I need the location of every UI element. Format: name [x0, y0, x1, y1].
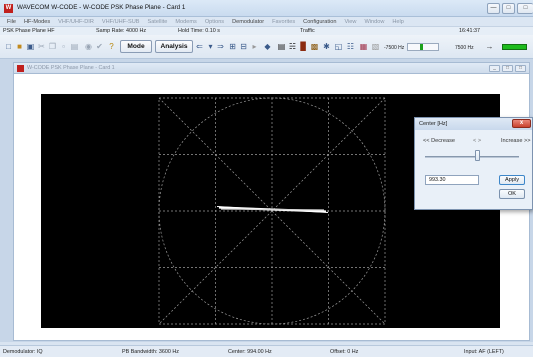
menu-item-options[interactable]: Options: [201, 19, 228, 25]
child-window-icon: [17, 65, 24, 72]
dialog-titlebar[interactable]: Center [Hz] x: [415, 118, 532, 130]
menu-item-vhf-uhf-dir[interactable]: VHF/UHF-DIR: [54, 19, 98, 25]
mode-button[interactable]: Mode: [120, 40, 152, 53]
analysis-button[interactable]: Analysis: [155, 40, 193, 53]
menu-item-help[interactable]: Help: [388, 19, 408, 25]
new-file-icon[interactable]: □: [4, 42, 13, 51]
child-maximize-button[interactable]: □: [502, 65, 513, 72]
bars-icon[interactable]: ▉: [299, 42, 308, 51]
apply-button[interactable]: Apply: [499, 175, 525, 185]
settings-grid-icon[interactable]: ▧: [371, 42, 380, 51]
network-icon[interactable]: ◱: [334, 42, 343, 51]
paste-icon[interactable]: ▫: [59, 42, 68, 51]
dialog-title: Center [Hz]: [419, 121, 448, 127]
menu-item-view[interactable]: View: [340, 19, 360, 25]
waterfall-icon[interactable]: ☵: [288, 42, 297, 51]
menu-item-favorites[interactable]: Favorites: [268, 19, 299, 25]
increase-label[interactable]: Increase >>: [501, 138, 531, 144]
freq-high-label: 7500 Hz: [455, 45, 474, 51]
maximize-button[interactable]: □: [502, 3, 515, 14]
clock-readout: 16:41:37: [459, 28, 480, 34]
signal-icon[interactable]: ✱: [322, 42, 331, 51]
status-demodulator: Demodulator: IQ: [3, 349, 43, 355]
info-strip: PSK Phase Plane HF Samp Rate: 4000 Hz Ho…: [0, 26, 533, 35]
monitor-icon[interactable]: ▤: [277, 42, 286, 51]
app-logo-icon: W: [4, 4, 13, 13]
toolbar: □ ■ ▣ ✂ ❐ ▫ ▤ ◉ ✔ ? Mode Analysis ⇐ ▾ ⇒ …: [0, 35, 533, 59]
save-icon[interactable]: ▣: [26, 42, 35, 51]
menu-item-file[interactable]: File: [3, 19, 20, 25]
window-title: WAVECOM W-CODE - W-CODE PSK Phase Plane …: [17, 4, 186, 11]
status-bandwidth: PB Bandwidth: 3600 Hz: [122, 349, 179, 355]
menu-bar: File HF-Modes VHF/UHF-DIR VHF/UHF-SUB Satell…: [0, 17, 533, 26]
dialog-close-button[interactable]: x: [512, 119, 531, 128]
dropdown-icon[interactable]: ▾: [206, 42, 215, 51]
channels-icon[interactable]: ☷: [346, 42, 355, 51]
minimize-button[interactable]: —: [487, 3, 500, 14]
open-folder-icon[interactable]: ■: [15, 42, 24, 51]
menu-item-demodulator[interactable]: Demodulator: [228, 19, 268, 25]
filter-icon[interactable]: ⊞: [228, 42, 237, 51]
print-icon[interactable]: ▤: [70, 42, 79, 51]
status-offset: Offset: 0 Hz: [330, 349, 359, 355]
decrease-label[interactable]: << Decrease: [423, 138, 455, 144]
center-frequency-dialog: Center [Hz] x << Decrease < > Increase >…: [414, 117, 533, 210]
frequency-marker: [420, 44, 423, 50]
sample-rate-readout: Samp Rate: 4000 Hz: [96, 28, 147, 34]
status-center: Center: 994.00 Hz: [228, 349, 272, 355]
spectrum-icon[interactable]: ⊟: [239, 42, 248, 51]
center-slider-thumb[interactable]: [474, 150, 480, 161]
tuning-icon[interactable]: ◆: [263, 42, 272, 51]
menu-item-hf-modes[interactable]: HF-Modes: [20, 19, 54, 25]
arrow-left-icon[interactable]: ⇐: [195, 42, 204, 51]
arrow-right-icon[interactable]: ⇒: [216, 42, 225, 51]
child-window-title: W-CODE PSK Phase Plane - Card 1: [27, 65, 115, 71]
status-input: Input: AF (LEFT): [464, 349, 504, 355]
child-window-titlebar[interactable]: W-CODE PSK Phase Plane - Card 1 _ □ □: [13, 62, 530, 74]
center-value-input[interactable]: [425, 175, 479, 185]
play-icon[interactable]: ▸: [250, 42, 259, 51]
step-arrows[interactable]: < >: [473, 138, 481, 144]
menu-item-window[interactable]: Window: [360, 19, 388, 25]
mode-readout: PSK Phase Plane HF: [3, 28, 55, 34]
menu-item-configuration[interactable]: Configuration: [299, 19, 340, 25]
level-meter: [502, 44, 527, 50]
cut-icon[interactable]: ✂: [37, 42, 46, 51]
ok-button[interactable]: OK: [499, 189, 525, 199]
freq-low-label: -7500 Hz: [384, 45, 405, 51]
pin-icon[interactable]: ✔: [95, 42, 104, 51]
child-close-button[interactable]: □: [515, 65, 526, 72]
window-titlebar[interactable]: W WAVECOM W-CODE - W-CODE PSK Phase Plan…: [0, 0, 533, 17]
status-bar: Demodulator: IQ PB Bandwidth: 3600 Hz Ce…: [0, 345, 533, 357]
binoculars-icon[interactable]: ◉: [84, 42, 93, 51]
color-map-icon[interactable]: ▩: [310, 42, 319, 51]
help-icon[interactable]: ?: [107, 42, 116, 51]
close-window-button[interactable]: □: [517, 3, 533, 14]
menu-item-modems[interactable]: Modems: [171, 19, 200, 25]
menu-item-vhf-uhf-sub[interactable]: VHF/UHF-SUB: [98, 19, 144, 25]
copy-icon[interactable]: ❐: [48, 42, 57, 51]
hold-time-readout: Hold Time: 0.10 s: [178, 28, 220, 34]
arrow-right-end-icon[interactable]: →: [485, 42, 494, 51]
traffic-label: Traffic: [300, 28, 315, 34]
center-slider-track[interactable]: [425, 156, 519, 158]
child-minimize-button[interactable]: _: [489, 65, 500, 72]
frequency-slider[interactable]: [407, 43, 439, 51]
matrix-icon[interactable]: ▦: [359, 42, 368, 51]
menu-item-satellite[interactable]: Satellite: [143, 19, 171, 25]
